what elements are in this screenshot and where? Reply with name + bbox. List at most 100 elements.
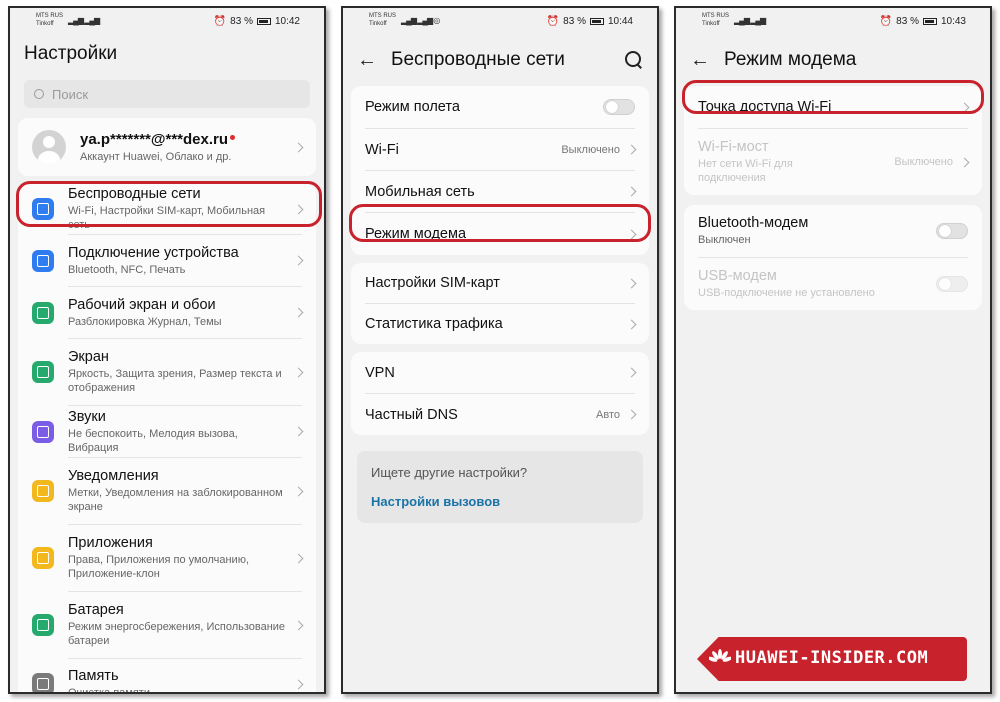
chevron-right-icon — [626, 144, 637, 155]
wireless-group-3: VPN Частный DNS Авто — [351, 352, 649, 435]
account-subtitle: Аккаунт Huawei, Облако и др. — [80, 151, 232, 163]
wifi-item[interactable]: Wi-Fi Выключено — [351, 129, 649, 170]
status-right: ⏰ 83 % 10:44 — [546, 16, 633, 27]
status-right: ⏰ 83 % 10:43 — [879, 16, 966, 27]
status-right: ⏰ 83 % 10:42 — [214, 16, 300, 27]
settings-item-wireless[interactable]: Беспроводные сети Wi-Fi, Настройки SIM-ка… — [18, 184, 316, 234]
battery-icon — [32, 614, 54, 636]
private-dns-item[interactable]: Частный DNS Авто — [351, 394, 649, 435]
chevron-right-icon — [293, 367, 304, 377]
signal-icon: ▂▄▆ ▂▄▆ ◎ — [401, 16, 440, 25]
chevron-right-icon — [293, 679, 304, 689]
bell-icon — [32, 480, 54, 502]
bluetooth-tethering-item[interactable]: Bluetooth-модем Выключен — [684, 205, 982, 257]
wallpaper-icon — [32, 301, 54, 324]
settings-item-display[interactable]: Экран Яркость, Защита зрения, Размер текс… — [18, 339, 316, 405]
settings-screen: MTS RUS Tinkoff ▂▄▆ ▂▄▆ ⏰ 83 % 10:42 Нас… — [8, 6, 326, 694]
chevron-right-icon — [293, 553, 304, 563]
chevron-right-icon — [626, 186, 637, 197]
clock: 10:42 — [274, 16, 300, 27]
settings-item-sounds[interactable]: Звуки Не беспокоить, Мелодия вызова, Вибр… — [18, 406, 316, 457]
more-settings-question: Ищете другие настройки? — [371, 465, 528, 480]
title-bar: Настройки — [10, 34, 324, 74]
chevron-right-icon — [626, 319, 637, 329]
tethering-screen: MTS RUS Tinkoff ▂▄▆ ▂▄▆ ⏰ 83 % 10:43 ← Р… — [674, 6, 992, 694]
signal-icon: ▂▄▆ ▂▄▆ — [68, 16, 100, 25]
alarm-icon: ⏰ — [213, 16, 227, 27]
chevron-right-icon — [293, 486, 304, 496]
back-arrow-icon[interactable]: ← — [357, 49, 377, 72]
notification-dot — [230, 135, 236, 140]
alarm-icon: ⏰ — [879, 16, 893, 27]
chevron-right-icon — [959, 102, 970, 112]
storage-icon — [32, 673, 54, 692]
wifi-bridge-item: Wi-Fi-мост Нет сети Wi-Fi для подключения… — [684, 129, 982, 195]
dns-status: Авто — [596, 408, 620, 421]
search-icon[interactable] — [625, 51, 643, 69]
airplane-mode-toggle[interactable] — [603, 99, 635, 115]
wifi-icon — [32, 198, 54, 220]
carrier-label: MTS RUS Tinkoff — [702, 13, 729, 27]
call-settings-link[interactable]: Настройки вызовов — [371, 494, 629, 509]
back-arrow-icon[interactable]: ← — [690, 49, 710, 72]
search-placeholder: Поиск — [52, 86, 89, 102]
sound-icon — [32, 420, 54, 443]
wifi-hotspot-item[interactable]: Точка доступа Wi-Fi — [684, 86, 982, 128]
bluetooth-tethering-toggle[interactable] — [936, 223, 968, 239]
chevron-right-icon — [626, 367, 637, 378]
avatar — [32, 130, 66, 164]
battery-icon — [256, 18, 271, 25]
settings-item-device-connection[interactable]: Подключение устройства Bluetooth, NFC, Пе… — [18, 235, 316, 286]
battery-percent: 83 % — [230, 16, 253, 27]
settings-item-battery[interactable]: Батарея Режим энергосбережения, Использов… — [18, 592, 316, 658]
settings-item-storage[interactable]: Память Очистка памяти — [18, 659, 316, 692]
vpn-item[interactable]: VPN — [351, 352, 649, 393]
wireless-group-1: Режим полета Wi-Fi Выключено Мобильная с… — [351, 86, 649, 255]
hotspot-group: Точка доступа Wi-Fi Wi-Fi-мост Нет сети W… — [684, 86, 982, 195]
title-bar: ← Беспроводные сети — [343, 34, 657, 86]
tethering-item[interactable]: Режим модема — [351, 213, 649, 255]
wireless-group-2: Настройки SIM-карт Статистика трафика — [351, 263, 649, 344]
settings-item-notifications[interactable]: Уведомления Метки, Уведомления на заблоки… — [18, 458, 316, 524]
alarm-icon: ⏰ — [546, 16, 560, 27]
account-item[interactable]: ya.p*******@***dex.ru Аккаунт Huawei, Об… — [18, 118, 316, 176]
signal-icon: ▂▄▆ ▂▄▆ — [734, 16, 766, 25]
wifi-status: Выключено — [561, 143, 620, 156]
chevron-right-icon — [959, 157, 970, 167]
devices-icon — [32, 249, 54, 272]
page-title: Беспроводные сети — [391, 49, 565, 70]
sim-settings-item[interactable]: Настройки SIM-карт — [351, 263, 649, 303]
usb-tethering-item: USB-модем USB-подключение не установлено — [684, 258, 982, 310]
chevron-right-icon — [293, 620, 304, 630]
wireless-networks-screen: MTS RUS Tinkoff ▂▄▆ ▂▄▆ ◎ ⏰ 83 % 10:44 ←… — [341, 6, 659, 694]
settings-list: Беспроводные сети Wi-Fi, Настройки SIM-ка… — [18, 184, 316, 692]
logo-text: HUAWEI-INSIDER.COM — [735, 648, 929, 668]
chevron-right-icon — [626, 409, 637, 420]
status-bar: MTS RUS Tinkoff ▂▄▆ ▂▄▆ ⏰ 83 % 10:43 — [676, 8, 990, 34]
battery-icon — [589, 18, 604, 25]
carrier-label: MTS RUS Tinkoff — [369, 13, 396, 27]
chevron-right-icon — [293, 426, 304, 437]
settings-item-apps[interactable]: Приложения Права, Приложения по умолчанию… — [18, 525, 316, 591]
chevron-right-icon — [293, 204, 304, 214]
airplane-mode-item[interactable]: Режим полета — [351, 86, 649, 128]
modem-group: Bluetooth-модем Выключен USB-модем USB-под… — [684, 205, 982, 310]
search-icon — [34, 89, 44, 99]
more-settings-box: Ищете другие настройки? Настройки вызово… — [357, 451, 643, 523]
chevron-right-icon — [293, 307, 304, 318]
status-bar: MTS RUS Tinkoff ▂▄▆ ▂▄▆ ⏰ 83 % 10:42 — [10, 8, 324, 34]
page-title: Режим модема — [724, 49, 857, 70]
usb-tethering-toggle — [936, 276, 968, 292]
carrier-label: MTS RUS Tinkoff — [36, 13, 63, 27]
search-input[interactable]: Поиск — [24, 80, 310, 108]
settings-item-home-screen[interactable]: Рабочий экран и обои Разблокировка Журнал… — [18, 287, 316, 338]
traffic-stats-item[interactable]: Статистика трафика — [351, 304, 649, 344]
status-bar: MTS RUS Tinkoff ▂▄▆ ▂▄▆ ◎ ⏰ 83 % 10:44 — [343, 8, 657, 34]
display-icon — [32, 361, 54, 383]
mobile-network-item[interactable]: Мобильная сеть — [351, 171, 649, 212]
title-bar: ← Режим модема — [676, 34, 990, 86]
chevron-right-icon — [293, 142, 304, 152]
huawei-insider-logo: HUAWEI-INSIDER.COM — [697, 637, 967, 681]
apps-icon — [32, 547, 54, 569]
huawei-flower-icon — [709, 649, 731, 662]
